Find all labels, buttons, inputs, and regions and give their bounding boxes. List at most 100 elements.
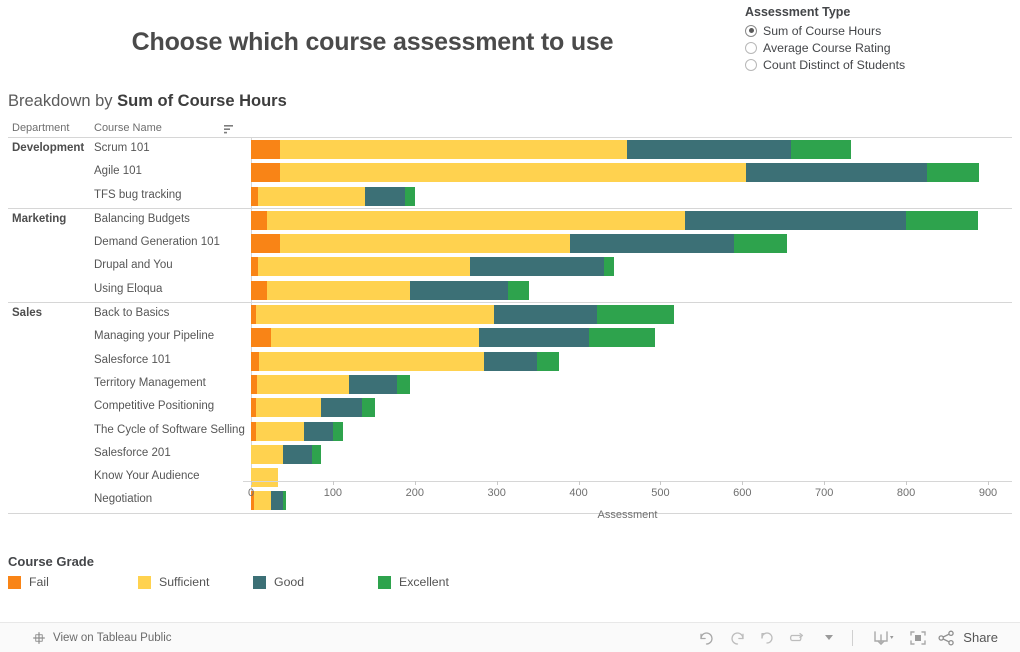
redo-button[interactable] — [722, 625, 752, 651]
bar-segment-excellent[interactable] — [508, 280, 529, 300]
bar-segment-excellent[interactable] — [589, 328, 655, 348]
bar-segment-good[interactable] — [364, 186, 405, 206]
bar-segment-good[interactable] — [745, 163, 928, 183]
bar-segment-excellent[interactable] — [734, 234, 787, 254]
stacked-bar[interactable] — [251, 374, 410, 394]
bar-segment-excellent[interactable] — [603, 257, 614, 277]
bar-segment-good[interactable] — [570, 234, 735, 254]
bar-segment-fail[interactable] — [251, 140, 281, 159]
undo-button[interactable] — [692, 625, 722, 651]
stacked-bar[interactable] — [251, 140, 852, 159]
legend-swatch — [138, 575, 151, 589]
stacked-bar[interactable] — [251, 186, 415, 206]
bar-segment-sufficient[interactable] — [257, 257, 470, 277]
table-row[interactable]: Salesforce 201 — [8, 443, 1012, 466]
stacked-bar[interactable] — [251, 210, 979, 230]
table-row[interactable]: TFS bug tracking — [8, 185, 1012, 208]
bar-segment-sufficient[interactable] — [257, 186, 365, 206]
bar-segment-excellent[interactable] — [596, 305, 674, 325]
table-row[interactable]: Sales Back to Basics — [8, 303, 1012, 326]
share-button[interactable]: Share — [937, 629, 998, 647]
table-row[interactable]: The Cycle of Software Selling — [8, 420, 1012, 443]
chart-area: Department Course Name Development Scrum … — [8, 122, 1012, 514]
bar-segment-sufficient[interactable] — [256, 374, 350, 394]
bar-segment-good[interactable] — [304, 421, 333, 441]
bar-segment-fail[interactable] — [251, 210, 267, 230]
bar-segment-excellent[interactable] — [790, 140, 852, 159]
bar-segment-excellent[interactable] — [396, 374, 410, 394]
legend-item-good[interactable]: Good — [253, 575, 304, 589]
table-row[interactable]: Competitive Positioning — [8, 396, 1012, 419]
bar-segment-excellent[interactable] — [312, 444, 321, 464]
stacked-bar[interactable] — [251, 234, 787, 254]
bar-segment-sufficient[interactable] — [280, 140, 627, 159]
legend-item-sufficient[interactable]: Sufficient — [138, 575, 209, 589]
bar-segment-sufficient[interactable] — [255, 305, 495, 325]
bar-segment-sufficient[interactable] — [280, 234, 571, 254]
bar-segment-fail[interactable] — [251, 280, 267, 300]
bar-segment-excellent[interactable] — [906, 210, 979, 230]
bar-segment-good[interactable] — [494, 305, 597, 325]
bar-segment-excellent[interactable] — [927, 163, 979, 183]
stacked-bar[interactable] — [251, 444, 321, 464]
bar-segment-excellent[interactable] — [404, 186, 415, 206]
column-header-department[interactable]: Department — [12, 122, 69, 134]
stacked-bar[interactable] — [251, 257, 614, 277]
table-row[interactable]: Territory Management — [8, 373, 1012, 396]
bar-segment-good[interactable] — [282, 444, 313, 464]
assessment-type-radio-group[interactable]: Sum of Course Hours Average Course Rating… — [745, 22, 1015, 73]
stacked-bar[interactable] — [251, 398, 375, 418]
bar-segment-sufficient[interactable] — [266, 280, 410, 300]
table-row[interactable]: Demand Generation 101 — [8, 232, 1012, 255]
bar-segment-sufficient[interactable] — [255, 398, 322, 418]
assessment-type-option-0[interactable]: Sum of Course Hours — [745, 22, 1015, 39]
bar-segment-sufficient[interactable] — [271, 328, 479, 348]
table-row[interactable]: Agile 101 — [8, 161, 1012, 184]
assessment-type-option-2[interactable]: Count Distinct of Students — [745, 56, 1015, 73]
column-header-course-name[interactable]: Course Name — [94, 122, 162, 134]
bar-segment-good[interactable] — [626, 140, 791, 159]
bar-segment-fail[interactable] — [251, 163, 281, 183]
table-row[interactable]: Marketing Balancing Budgets — [8, 209, 1012, 232]
stacked-bar[interactable] — [251, 351, 559, 371]
bar-segment-good[interactable] — [684, 210, 907, 230]
bar-segment-good[interactable] — [409, 280, 509, 300]
bar-segment-good[interactable] — [469, 257, 604, 277]
bar-segment-sufficient[interactable] — [251, 444, 283, 464]
fullscreen-button[interactable] — [903, 625, 933, 651]
legend-item-fail[interactable]: Fail — [8, 575, 49, 589]
bar-segment-good[interactable] — [478, 328, 590, 348]
bar-segment-fail[interactable] — [251, 234, 281, 254]
bar-segment-excellent[interactable] — [362, 398, 375, 418]
table-row[interactable]: Managing your Pipeline — [8, 326, 1012, 349]
table-row[interactable]: Salesforce 101 — [8, 350, 1012, 373]
stacked-bar[interactable] — [251, 328, 655, 348]
course-name-label: Balancing Budgets — [94, 212, 190, 225]
bar-segment-fail[interactable] — [251, 328, 272, 348]
assessment-type-option-1[interactable]: Average Course Rating — [745, 39, 1015, 56]
legend-item-excellent[interactable]: Excellent — [378, 575, 449, 589]
download-button[interactable] — [863, 625, 903, 651]
bar-segment-excellent[interactable] — [536, 351, 559, 371]
bar-segment-good[interactable] — [483, 351, 537, 371]
stacked-bar[interactable] — [251, 421, 343, 441]
bar-segment-excellent[interactable] — [332, 421, 343, 441]
table-row[interactable]: Using Eloqua — [8, 279, 1012, 302]
refresh-dropdown-button[interactable] — [812, 625, 842, 651]
bar-segment-sufficient[interactable] — [280, 163, 746, 183]
stacked-bar[interactable] — [251, 163, 979, 183]
bar-segment-sufficient[interactable] — [259, 351, 484, 371]
revert-button[interactable] — [752, 625, 782, 651]
bar-segment-sufficient[interactable] — [255, 421, 305, 441]
table-row[interactable]: Development Scrum 101 — [8, 138, 1012, 161]
bar-segment-sufficient[interactable] — [266, 210, 685, 230]
table-row[interactable]: Drupal and You — [8, 255, 1012, 278]
stacked-bar[interactable] — [251, 305, 674, 325]
refresh-button[interactable] — [782, 625, 812, 651]
bar-segment-fail[interactable] — [251, 351, 260, 371]
view-on-tableau-public-link[interactable]: View on Tableau Public — [32, 631, 172, 645]
bar-segment-good[interactable] — [321, 398, 363, 418]
stacked-bar[interactable] — [251, 280, 529, 300]
sort-icon[interactable] — [223, 123, 235, 135]
bar-segment-good[interactable] — [349, 374, 397, 394]
